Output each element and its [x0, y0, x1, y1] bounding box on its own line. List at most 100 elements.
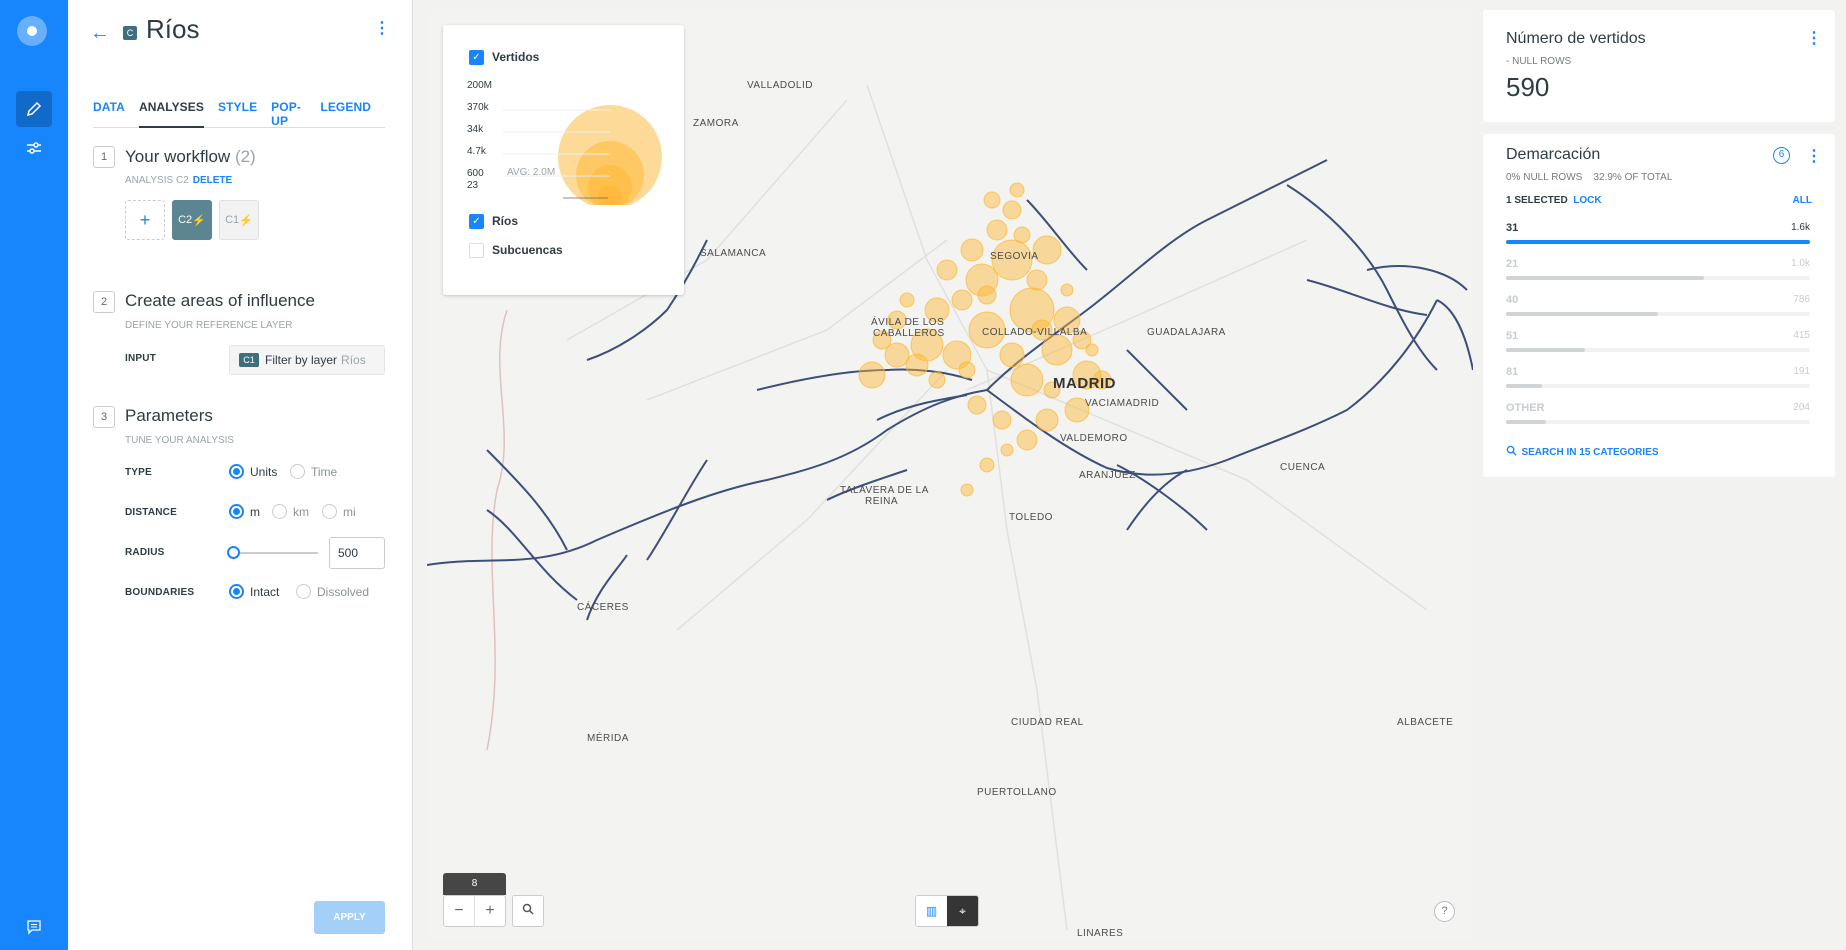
subcuencas-layer-label: Subcuencas [492, 243, 563, 257]
editor-panel: ← C Ríos ⋮ DATA ANALYSES STYLE POP-UP LE… [68, 0, 413, 950]
boundaries-intact-label: Intact [250, 584, 280, 599]
input-source-badge: C1 [239, 353, 259, 367]
tab-data[interactable]: DATA [93, 100, 125, 128]
layer-options-icon[interactable]: ⋮ [374, 18, 390, 38]
widget-title: Número de vertidos [1506, 30, 1646, 47]
category-name: 51 [1506, 330, 1519, 342]
analysis-node-c2[interactable]: C2 ⚡ [172, 200, 212, 240]
vertidos-checkbox[interactable]: ✓ [469, 50, 484, 65]
lightning-icon: ⚡ [239, 214, 253, 227]
apply-button[interactable]: APPLY [314, 901, 385, 934]
type-units-label: Units [250, 464, 278, 479]
type-time-radio[interactable]: Time [290, 464, 337, 479]
layer-title[interactable]: Ríos [146, 14, 199, 45]
category-name: 81 [1506, 366, 1519, 378]
category-value: 191 [1793, 366, 1810, 377]
distance-mi-radio[interactable]: mi [322, 504, 356, 519]
widget-options-icon[interactable]: ⋮ [1806, 28, 1822, 48]
category-value: 415 [1793, 330, 1810, 341]
subcuencas-checkbox[interactable] [469, 243, 484, 258]
city-label: PUERTOLLANO [977, 787, 1057, 798]
category-bar-track [1506, 384, 1810, 388]
distance-m-radio[interactable]: m [229, 504, 260, 519]
zoom-out-button[interactable]: − [444, 896, 475, 926]
step-number-3: 3 [93, 406, 115, 428]
back-arrow-icon[interactable]: ← [90, 22, 110, 45]
city-label: MADRID [1053, 375, 1116, 392]
editor-tabs: DATA ANALYSES STYLE POP-UP LEGEND [93, 100, 385, 128]
category-bar-fill [1506, 240, 1810, 244]
formula-widget: Número de vertidos - NULL ROWS 590 ⋮ [1483, 10, 1835, 122]
feedback-icon[interactable] [16, 909, 52, 945]
workflow-title: Your workflow [125, 147, 231, 166]
city-label: VALLADOLID [747, 80, 813, 91]
layer-letter-badge: C [123, 26, 137, 40]
search-categories-link[interactable]: SEARCH IN 15 CATEGORIES [1506, 442, 1659, 460]
tab-legend[interactable]: LEGEND [320, 100, 371, 128]
widgets-view-icon[interactable]: ▥ [916, 896, 947, 926]
tab-analyses[interactable]: ANALYSES [138, 100, 204, 128]
radio-dot [322, 504, 337, 519]
filter-count-badge[interactable]: 6 [1773, 147, 1790, 164]
input-layer-select[interactable]: C1 Filter by layer Ríos [229, 345, 385, 375]
left-rail [0, 0, 68, 950]
widget-value: 590 [1506, 72, 1550, 102]
type-units-radio[interactable]: Units [229, 464, 277, 479]
widget-null-rows: - NULL ROWS [1506, 56, 1572, 67]
radio-dot [290, 464, 305, 479]
tab-style[interactable]: STYLE [218, 100, 257, 128]
map-view-pin-icon[interactable]: ⌖ [947, 896, 978, 926]
analysis-node-c1[interactable]: C1 ⚡ [219, 200, 259, 240]
boundaries-dissolved-radio[interactable]: Dissolved [296, 584, 369, 599]
tab-popup[interactable]: POP-UP [271, 100, 306, 128]
delete-analysis-link[interactable]: DELETE [193, 175, 232, 186]
roads [566, 84, 1428, 931]
category-name: 40 [1506, 294, 1519, 306]
select-all-link[interactable]: ALL [1793, 195, 1812, 206]
widget-options-icon[interactable]: ⋮ [1806, 146, 1822, 166]
radius-slider-handle[interactable] [227, 546, 240, 559]
step2-subtitle: DEFINE YOUR REFERENCE LAYER [125, 320, 293, 331]
add-analysis-button[interactable]: + [125, 200, 165, 240]
radio-dot [229, 584, 244, 599]
zoom-in-button[interactable]: + [475, 896, 505, 926]
step-title-workflow: Your workflow (2) [125, 147, 256, 167]
logo-icon[interactable] [17, 16, 47, 46]
radius-input[interactable]: 500 [329, 537, 385, 569]
rios-layer-label: Ríos [492, 214, 519, 228]
input-source-text: Filter by layer [265, 353, 338, 367]
rios-checkbox[interactable]: ✓ [469, 214, 484, 229]
category-bar-fill [1506, 312, 1658, 316]
settings-icon[interactable] [16, 130, 52, 166]
map-search-icon[interactable] [512, 895, 544, 927]
legend-tick: 600 [467, 168, 484, 179]
bubble-legend-svg [503, 105, 662, 205]
search-categories-label: SEARCH IN 15 CATEGORIES [1521, 447, 1659, 458]
type-time-label: Time [311, 464, 338, 479]
category-widget-card: Demarcación 6 ⋮ 0% NULL ROWS 32.9% OF TO… [1483, 134, 1835, 477]
lock-link[interactable]: LOCK [1573, 195, 1601, 206]
step-number-1: 1 [93, 146, 115, 168]
radius-slider-track[interactable] [233, 552, 318, 554]
distance-label: DISTANCE [125, 507, 177, 518]
city-label: SEGOVIA [990, 251, 1039, 262]
boundaries-intact-radio[interactable]: Intact [229, 584, 279, 599]
help-icon[interactable]: ? [1434, 901, 1455, 922]
legend-avg: AVG: 2.0M [507, 167, 556, 178]
legend-tick: 370k [467, 102, 489, 113]
city-label: LINARES [1077, 928, 1124, 939]
city-label: SALAMANCA [700, 248, 767, 259]
step-number-2: 2 [93, 291, 115, 313]
boundaries-dissolved-label: Dissolved [317, 584, 370, 599]
workflow-count: (2) [234, 147, 256, 166]
map-legend: ✓ Vertidos 200M 370k 34k 4.7k 600 23 AVG… [443, 25, 684, 295]
category-bar-track [1506, 420, 1810, 424]
city-label: VACIAMADRID [1085, 398, 1160, 409]
distance-km-radio[interactable]: km [272, 504, 309, 519]
category-bar-fill [1506, 348, 1586, 352]
city-label: GUADALAJARA [1147, 327, 1226, 338]
step3-subtitle: TUNE YOUR ANALYSIS [125, 435, 235, 446]
of-total-stat: 32.9% OF TOTAL [1593, 172, 1673, 183]
legend-tick: 23 [467, 180, 479, 191]
edit-icon[interactable] [16, 91, 52, 127]
